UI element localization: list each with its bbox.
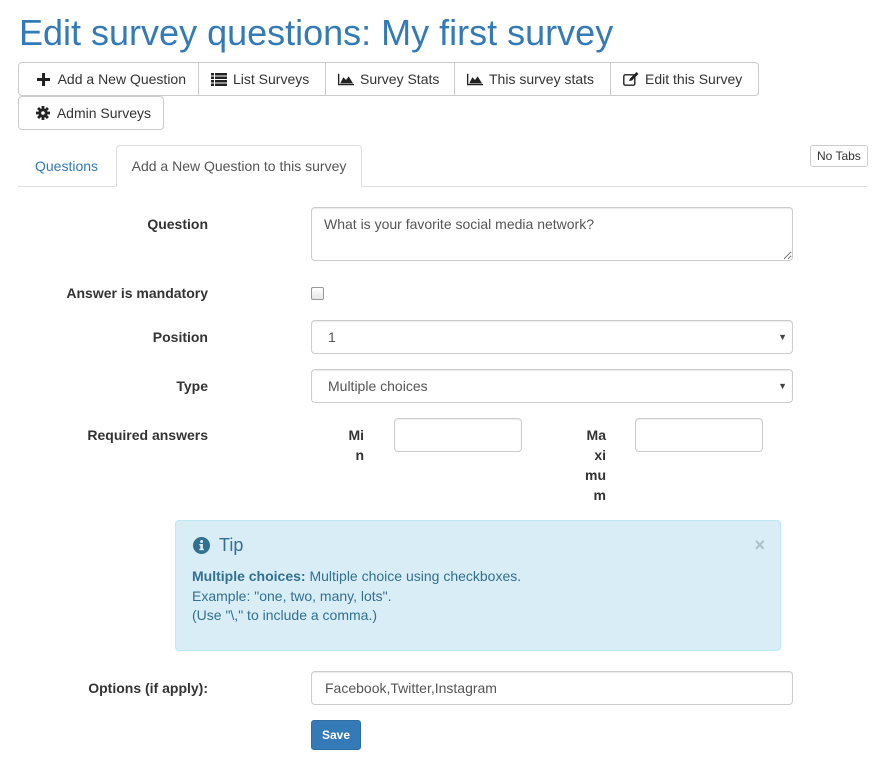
tip-note: (Use "\," to include a comma.) <box>192 607 378 623</box>
position-label: Position <box>152 329 208 345</box>
tab-bar: Questions Add a New Question to this sur… <box>18 145 867 187</box>
list-icon <box>211 72 227 86</box>
edit-icon <box>623 72 639 86</box>
position-select[interactable]: 1 ▼ <box>311 320 793 354</box>
admin-surveys-button[interactable]: Admin Surveys <box>18 96 164 130</box>
this-survey-stats-label: This survey stats <box>489 71 595 87</box>
required-answers-label: Required answers <box>87 427 208 443</box>
this-survey-stats-button[interactable]: This survey stats <box>454 62 611 96</box>
options-input[interactable] <box>311 671 793 705</box>
tip-description: Multiple choice using checkboxes. <box>305 568 522 584</box>
min-answers-input[interactable] <box>394 418 522 452</box>
max-label: Ma xi mu m <box>585 427 606 503</box>
list-surveys-button[interactable]: List Surveys <box>198 62 326 96</box>
tip-title: Tip <box>219 535 244 555</box>
mandatory-checkbox[interactable] <box>311 287 324 300</box>
tip-body: Multiple choices: Multiple choice using … <box>192 567 521 626</box>
edit-survey-label: Edit this Survey <box>645 71 743 87</box>
page-title: Edit survey questions: My first survey <box>19 12 614 53</box>
tip-alert: Tip × Multiple choices: Multiple choice … <box>175 520 781 651</box>
survey-stats-button[interactable]: Survey Stats <box>325 62 455 96</box>
gear-icon <box>35 106 51 120</box>
tab-questions[interactable]: Questions <box>18 145 115 187</box>
type-select[interactable]: Multiple choices ▼ <box>311 369 793 403</box>
add-question-label: Add a New Question <box>57 71 186 87</box>
options-label: Options (if apply): <box>88 680 208 696</box>
type-label: Type <box>176 378 208 394</box>
tip-example: Example: "one, two, many, lots". <box>192 587 392 604</box>
question-label: Question <box>147 216 208 232</box>
tip-type-name: Multiple choices: <box>192 568 306 584</box>
no-tabs-button[interactable]: No Tabs <box>810 145 868 167</box>
max-answers-input[interactable] <box>635 418 763 452</box>
add-question-button[interactable]: Add a New Question <box>18 62 199 96</box>
area-chart-icon <box>338 72 354 86</box>
admin-surveys-label: Admin Surveys <box>56 105 151 121</box>
save-button[interactable]: Save <box>311 720 361 750</box>
tip-heading: Tip <box>193 535 243 556</box>
min-label: Mi n <box>348 427 364 463</box>
close-icon[interactable]: × <box>754 535 765 556</box>
plus-icon <box>36 72 52 86</box>
question-textarea[interactable]: What is your favorite social media netwo… <box>311 207 793 261</box>
position-value: 1 <box>328 329 336 345</box>
info-icon <box>193 537 210 554</box>
mandatory-label: Answer is mandatory <box>66 285 208 301</box>
survey-stats-label: Survey Stats <box>360 71 440 87</box>
list-surveys-label: List Surveys <box>233 71 310 87</box>
type-value: Multiple choices <box>328 378 428 394</box>
tab-add-new-question[interactable]: Add a New Question to this survey <box>116 145 362 187</box>
area-chart-icon <box>467 72 483 86</box>
dropdown-arrow-icon: ▼ <box>778 332 787 342</box>
edit-survey-button[interactable]: Edit this Survey <box>610 62 759 96</box>
dropdown-arrow-icon: ▼ <box>778 381 787 391</box>
